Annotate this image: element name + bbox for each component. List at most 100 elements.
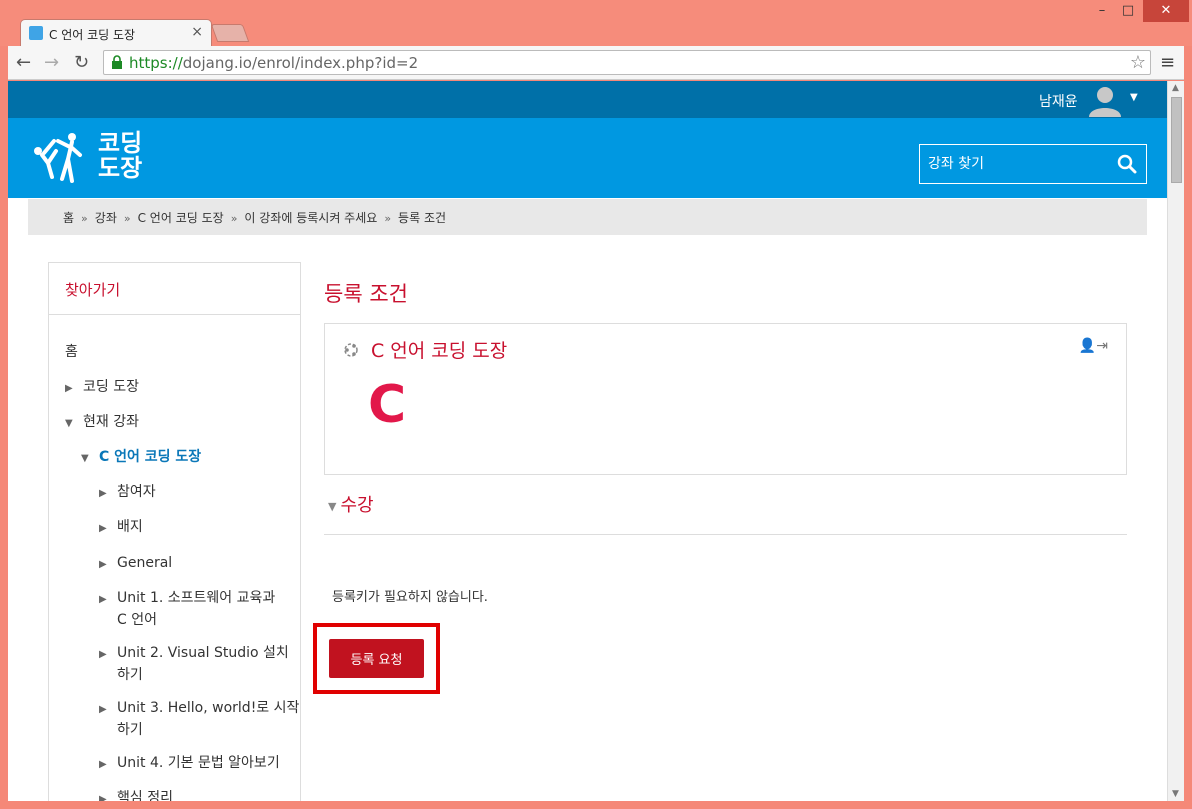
logo-line-1: 코딩 <box>98 129 143 157</box>
course-logo-letter: C <box>368 376 406 426</box>
breadcrumb-current: 등록 조건 <box>398 211 447 225</box>
breadcrumb-home[interactable]: 홈 <box>63 211 74 225</box>
url-path: dojang.io/enrol/index.php?id=2 <box>182 54 419 72</box>
nav-item-label: Unit 2. Visual Studio 설치 <box>117 645 289 661</box>
breadcrumb-enrol[interactable]: 이 강좌에 등록시켜 주세요 <box>244 211 377 225</box>
close-tab-icon[interactable]: × <box>191 24 203 40</box>
chevron-down-icon: ▼ <box>328 499 337 513</box>
breadcrumb-courses[interactable]: 강좌 <box>95 211 117 225</box>
nav-item-summary[interactable]: ▶ 핵심 정리 <box>99 788 173 801</box>
scroll-thumb[interactable] <box>1171 97 1182 183</box>
course-name[interactable]: C 언어 코딩 도장 <box>371 336 507 363</box>
bookmark-star-icon[interactable]: ☆ <box>1130 52 1146 73</box>
caret-down-icon[interactable]: ▼ <box>1130 92 1138 103</box>
nav-item-label: 현재 강좌 <box>83 414 139 430</box>
back-arrow-icon[interactable]: ← <box>16 52 31 73</box>
url-scheme: https:// <box>129 54 183 72</box>
nav-item-label-2: C 언어 <box>117 612 157 628</box>
nav-item-unit-1[interactable]: ▶ Unit 1. 소프트웨어 교육과 C 언어 <box>99 588 275 630</box>
course-info-box: C 언어 코딩 도장 👤⇥ C <box>324 323 1127 475</box>
tab-title: C 언어 코딩 도장 <box>49 28 136 42</box>
nav-item-unit-3[interactable]: ▶ Unit 3. Hello, world!로 시작하기 <box>99 698 299 740</box>
enrol-method-icons: 👤⇥ <box>1079 338 1108 354</box>
nav-item-coding-dojang[interactable]: ▶ 코딩 도장 <box>65 377 139 399</box>
chevron-down-icon: ▼ <box>81 453 89 464</box>
new-tab-button[interactable] <box>210 24 250 42</box>
username[interactable]: 남재윤 <box>1039 91 1078 111</box>
close-window-button[interactable]: ✕ <box>1143 0 1189 22</box>
lock-icon <box>112 55 122 69</box>
no-key-note: 등록키가 필요하지 않습니다. <box>332 590 488 605</box>
breadcrumb-separator: » <box>230 212 238 225</box>
browser-toolbar: ← → ↻ https://dojang.io/enrol/index.php?… <box>8 46 1184 80</box>
nav-item-badges[interactable]: ▶ 배지 <box>99 517 143 539</box>
page-viewport: 남재윤 ▼ 코딩 도장 강좌 찾기 홈 » 강좌 » C 언어 코딩 도장 » … <box>8 81 1184 801</box>
url-text: https://dojang.io/enrol/index.php?id=2 <box>129 54 418 72</box>
chevron-right-icon: ▶ <box>99 559 107 570</box>
nav-item-label: General <box>117 555 173 571</box>
nav-item-label: C 언어 코딩 도장 <box>99 449 202 465</box>
breadcrumb-separator: » <box>81 212 88 225</box>
address-bar[interactable]: https://dojang.io/enrol/index.php?id=2 ☆ <box>103 50 1151 75</box>
course-search <box>919 144 1147 184</box>
chevron-right-icon: ▶ <box>99 794 107 801</box>
navigation-title[interactable]: 찾아가기 <box>49 263 300 315</box>
section-heading-label: 수강 <box>340 495 374 516</box>
title-bar: C 언어 코딩 도장 × – □ ✕ <box>0 0 1192 46</box>
minimize-button[interactable]: – <box>1089 0 1115 22</box>
nav-item-label: Unit 3. Hello, world!로 시작 <box>117 700 300 716</box>
maximize-button[interactable]: □ <box>1115 0 1141 22</box>
breadcrumb-course[interactable]: C 언어 코딩 도장 <box>138 211 224 225</box>
page-title: 등록 조건 <box>324 282 408 306</box>
favicon-icon <box>29 26 43 40</box>
nav-item-general[interactable]: ▶ General <box>99 553 172 575</box>
divider <box>324 534 1127 535</box>
vertical-scrollbar[interactable]: ▲ ▼ <box>1167 81 1184 801</box>
scroll-up-icon[interactable]: ▲ <box>1172 83 1179 93</box>
forward-arrow-icon[interactable]: → <box>44 52 59 73</box>
avatar[interactable] <box>1087 83 1123 117</box>
user-bar: 남재윤 ▼ <box>8 81 1167 118</box>
nav-item-label: 홈 <box>65 344 78 360</box>
section-heading[interactable]: ▼ 수강 <box>328 491 374 517</box>
browser-window: C 언어 코딩 도장 × – □ ✕ ← → ↻ https://dojang.… <box>0 0 1192 809</box>
breadcrumb-separator: » <box>123 212 131 225</box>
browser-menu-icon[interactable]: ≡ <box>1160 52 1175 73</box>
kick-figures-icon <box>34 133 82 183</box>
user-icon: 👤 <box>1078 338 1097 354</box>
logo-line-2: 도장 <box>98 154 143 182</box>
chevron-right-icon: ▶ <box>99 523 107 534</box>
chevron-right-icon: ▶ <box>65 383 73 394</box>
nav-item-label-2: 하기 <box>117 667 143 683</box>
chevron-right-icon: ▶ <box>99 759 107 770</box>
nav-item-label: 핵심 정리 <box>117 790 173 801</box>
nav-item-label: 코딩 도장 <box>83 379 139 395</box>
nav-item-label: Unit 1. 소프트웨어 교육과 <box>117 590 276 606</box>
site-logo[interactable]: 코딩 도장 <box>28 129 148 185</box>
search-icon[interactable] <box>1117 154 1137 174</box>
site-header: 코딩 도장 <box>8 118 1167 198</box>
browser-tab[interactable]: C 언어 코딩 도장 × <box>20 19 212 46</box>
sign-in-icon: ⇥ <box>1096 338 1108 354</box>
course-icon <box>344 343 358 357</box>
nav-item-unit-2[interactable]: ▶ Unit 2. Visual Studio 설치하기 <box>99 643 289 685</box>
chevron-right-icon: ▶ <box>99 488 107 499</box>
nav-item-label: 배지 <box>117 519 143 535</box>
chevron-right-icon: ▶ <box>99 649 107 660</box>
nav-item-c-course[interactable]: ▼ C 언어 코딩 도장 <box>81 447 201 469</box>
course-logo: C <box>368 376 406 426</box>
enrol-request-button[interactable]: 등록 요청 <box>329 639 424 678</box>
nav-item-label: Unit 4. 기본 문법 알아보기 <box>117 755 280 771</box>
logo-text: 코딩 도장 <box>98 131 142 181</box>
nav-item-participants[interactable]: ▶ 참여자 <box>99 482 156 504</box>
nav-item-unit-4[interactable]: ▶ Unit 4. 기본 문법 알아보기 <box>99 753 280 775</box>
chevron-right-icon: ▶ <box>99 704 107 715</box>
search-input[interactable] <box>920 145 1110 183</box>
nav-item-current-course[interactable]: ▼ 현재 강좌 <box>65 412 139 434</box>
scroll-down-icon[interactable]: ▼ <box>1172 789 1179 799</box>
chevron-right-icon: ▶ <box>99 594 107 605</box>
reload-icon[interactable]: ↻ <box>74 52 89 73</box>
nav-item-label: 참여자 <box>117 484 156 500</box>
nav-item-label-2: 하기 <box>117 722 143 738</box>
nav-item-home[interactable]: 홈 <box>65 342 78 362</box>
